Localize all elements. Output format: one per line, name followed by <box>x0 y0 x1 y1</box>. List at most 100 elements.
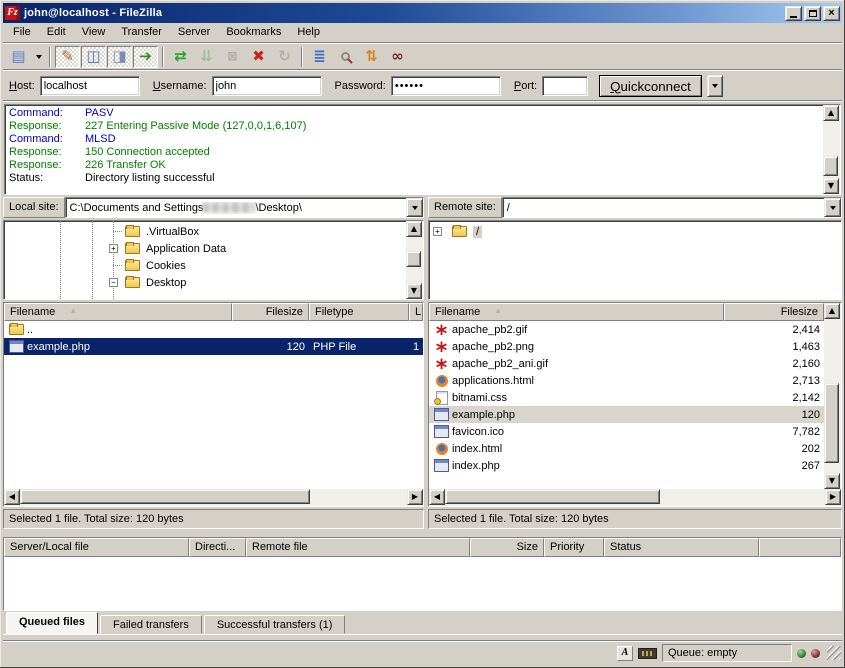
column-header-filesize[interactable]: Filesize <box>724 303 824 321</box>
maximize-button[interactable] <box>804 6 821 21</box>
expand-plus-icon[interactable]: + <box>433 227 442 236</box>
scroll-up-button[interactable]: ▲ <box>824 303 840 319</box>
scroll-up-button[interactable]: ▲ <box>823 105 839 121</box>
splitter[interactable] <box>3 529 842 537</box>
toggle-remote-tree-button[interactable]: ◨ <box>107 46 132 68</box>
file-row[interactable]: index.php267 <box>429 457 824 474</box>
find-files-button[interactable]: ∞ <box>385 46 410 68</box>
scroll-down-button[interactable]: ▼ <box>824 473 840 489</box>
column-header-server-local-file[interactable]: Server/Local file <box>4 538 189 557</box>
menu-edit[interactable]: Edit <box>39 24 74 41</box>
scroll-down-button[interactable]: ▼ <box>823 178 839 194</box>
local-site-combo[interactable]: C:\Documents and Settings\Desktop\ <box>65 197 424 218</box>
column-header-direction[interactable]: Directi... <box>189 538 246 557</box>
file-row[interactable]: apache_pb2.png1,463 <box>429 338 824 355</box>
column-header-remote-file[interactable]: Remote file <box>246 538 470 557</box>
scrollbar-thumb[interactable] <box>406 251 421 267</box>
column-header-filename[interactable]: Filename▲ <box>4 303 232 321</box>
password-input[interactable] <box>391 76 501 96</box>
column-header-size[interactable]: Size <box>470 538 544 557</box>
quickconnect-bar: Host: Username: Password: Port: Quickcon… <box>3 71 842 100</box>
quickconnect-button[interactable]: Quickconnect <box>599 75 702 97</box>
menu-view[interactable]: View <box>74 24 114 41</box>
file-row[interactable]: favicon.ico7,782 <box>429 423 824 440</box>
local-site-dropdown[interactable] <box>406 198 423 217</box>
site-manager-button[interactable]: ▤ <box>6 46 31 68</box>
file-row[interactable]: apache_pb2_ani.gif2,160 <box>429 355 824 372</box>
tree-item-virtualbox[interactable]: .VirtualBox <box>4 223 406 240</box>
menu-bookmarks[interactable]: Bookmarks <box>218 24 289 41</box>
cancel-operation-button[interactable]: ⊠ <box>220 46 245 68</box>
refresh-button[interactable]: ⇄ <box>168 46 193 68</box>
collapse-minus-icon[interactable]: − <box>109 278 118 287</box>
file-row-example-php[interactable]: example.php120 <box>429 406 824 423</box>
expand-plus-icon[interactable]: + <box>109 244 118 253</box>
remote-site-combo[interactable]: / <box>502 197 842 218</box>
directory-listing-filters-button[interactable]: ≣ <box>307 46 332 68</box>
remote-tree: + / <box>428 220 842 300</box>
column-header-filesize[interactable]: Filesize <box>232 303 309 321</box>
column-header-priority[interactable]: Priority <box>544 538 604 557</box>
close-button[interactable]: × <box>823 6 840 21</box>
minimize-button[interactable] <box>785 6 802 21</box>
host-input[interactable] <box>40 76 140 96</box>
scroll-up-button[interactable]: ▲ <box>406 221 422 237</box>
menu-help[interactable]: Help <box>289 24 328 41</box>
file-row-example-php[interactable]: example.php 120 PHP File 1 <box>4 338 423 355</box>
message-log-lines: Command:PASV Response:227 Entering Passi… <box>5 105 823 194</box>
toggle-message-log-button[interactable]: ✎ <box>55 46 80 68</box>
remote-site-dropdown[interactable] <box>824 198 841 217</box>
status-bar: A Queue: empty <box>3 640 842 665</box>
scrollbar-thumb[interactable] <box>823 156 838 176</box>
tree-item-desktop[interactable]: − Desktop <box>4 274 406 291</box>
file-row[interactable]: applications.html2,713 <box>429 372 824 389</box>
scroll-left-button[interactable]: ◀ <box>4 489 20 505</box>
process-queue-button[interactable]: ⇊ <box>194 46 219 68</box>
tab-failed-transfers[interactable]: Failed transfers <box>100 615 202 634</box>
quickconnect-dropdown[interactable] <box>707 75 723 97</box>
toggle-local-tree-button[interactable]: ◫ <box>81 46 106 68</box>
port-input[interactable] <box>542 76 588 96</box>
log-scrollbar[interactable]: ▲ ▼ <box>823 105 840 194</box>
column-header-filetype[interactable]: Filetype <box>309 303 409 321</box>
queue-body[interactable] <box>4 557 841 610</box>
site-manager-dropdown[interactable] <box>32 46 45 68</box>
reconnect-button[interactable]: ↻ <box>272 46 297 68</box>
scrollbar-thumb[interactable] <box>824 383 839 463</box>
file-row-parent-dir[interactable]: .. <box>4 321 423 338</box>
folder-icon <box>124 275 141 290</box>
tab-queued-files[interactable]: Queued files <box>6 612 98 634</box>
data-type-ascii-icon: A <box>617 646 633 661</box>
menu-server[interactable]: Server <box>170 24 218 41</box>
toggle-transfer-queue-button[interactable]: ➔ <box>133 46 158 68</box>
scroll-right-button[interactable]: ▶ <box>825 489 841 505</box>
disconnect-button[interactable]: ✖ <box>246 46 271 68</box>
synchronized-browsing-button[interactable]: ⇅ <box>359 46 384 68</box>
scrollbar-thumb[interactable] <box>445 489 660 504</box>
remote-horizontal-scrollbar[interactable]: ◀ ▶ <box>429 489 841 506</box>
menu-file[interactable]: File <box>5 24 39 41</box>
scroll-left-button[interactable]: ◀ <box>429 489 445 505</box>
tree-item-application-data[interactable]: + Application Data <box>4 240 406 257</box>
username-input[interactable] <box>212 76 322 96</box>
local-horizontal-scrollbar[interactable]: ◀ ▶ <box>4 489 423 506</box>
directory-comparison-button[interactable] <box>333 46 358 68</box>
column-header-empty <box>759 538 841 557</box>
resize-grip[interactable] <box>827 646 841 660</box>
menu-transfer[interactable]: Transfer <box>113 24 170 41</box>
speed-limit-icon <box>638 648 657 659</box>
scroll-down-button[interactable]: ▼ <box>406 283 422 299</box>
tree-item-root[interactable]: + / <box>429 223 841 240</box>
scroll-right-button[interactable]: ▶ <box>407 489 423 505</box>
column-header-lastmodified[interactable]: L <box>409 303 423 321</box>
file-row[interactable]: apache_pb2.gif2,414 <box>429 321 824 338</box>
file-row[interactable]: bitnami.css2,142 <box>429 389 824 406</box>
remote-list-scrollbar[interactable]: ▲ ▼ <box>824 303 841 489</box>
tab-successful-transfers[interactable]: Successful transfers (1) <box>204 615 346 634</box>
local-tree-scrollbar[interactable]: ▲ ▼ <box>406 221 423 299</box>
scrollbar-thumb[interactable] <box>20 489 310 504</box>
file-row[interactable]: index.html202 <box>429 440 824 457</box>
column-header-filename[interactable]: Filename▲ <box>429 303 724 321</box>
tree-item-cookies[interactable]: Cookies <box>4 257 406 274</box>
column-header-status[interactable]: Status <box>604 538 759 557</box>
